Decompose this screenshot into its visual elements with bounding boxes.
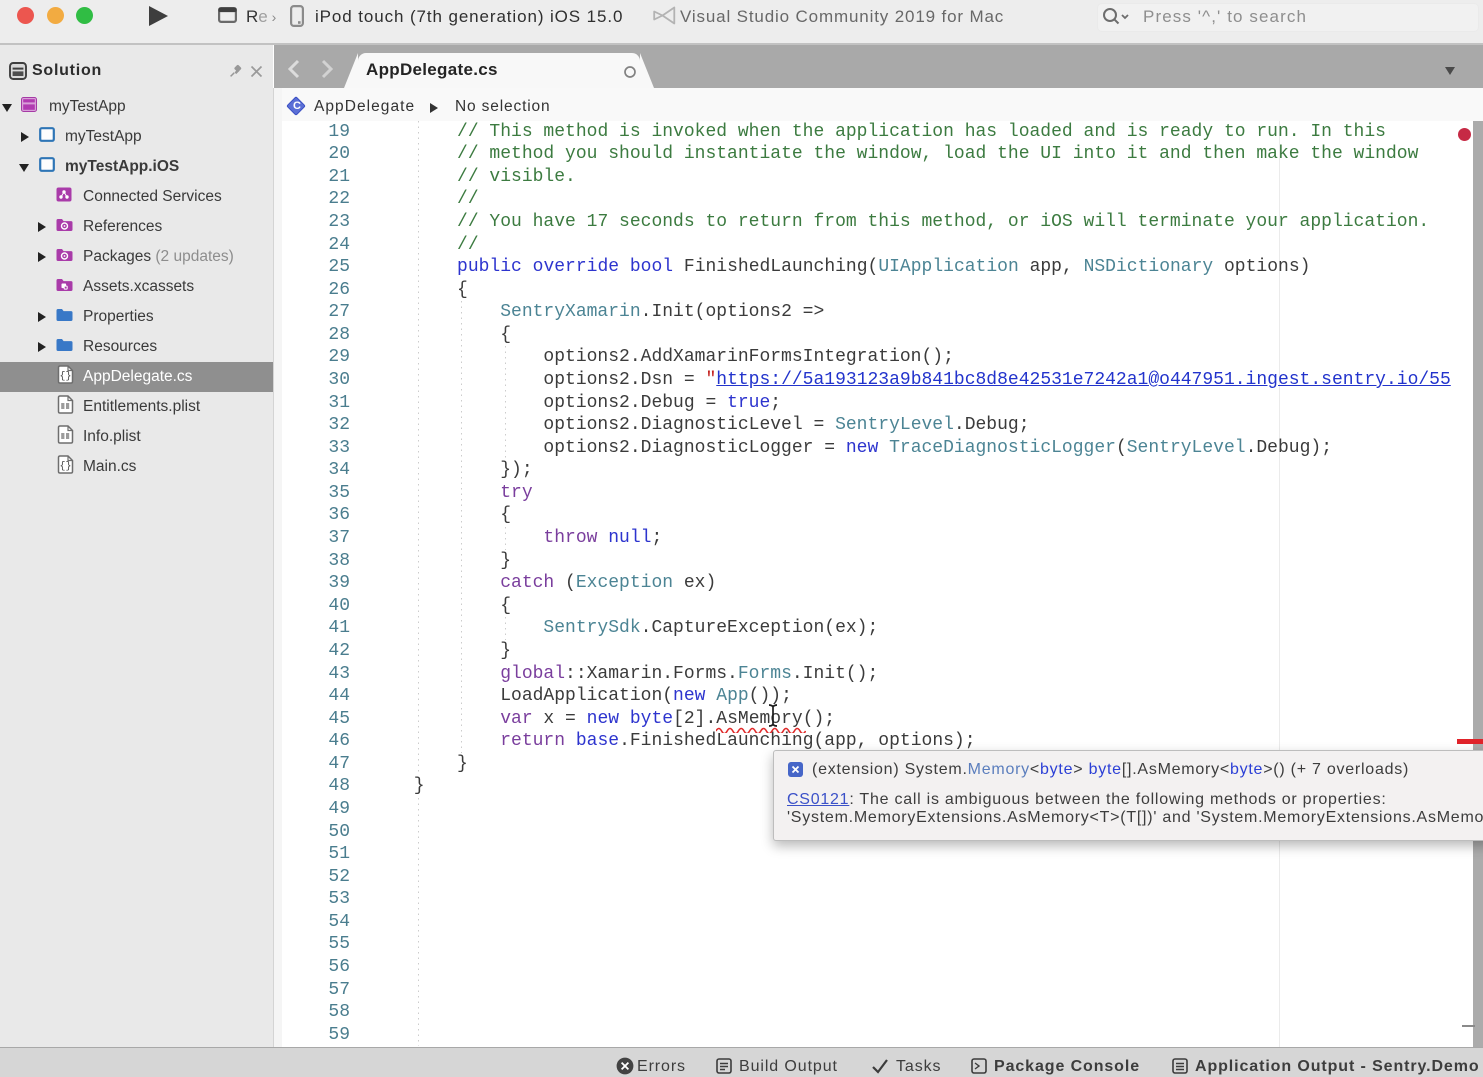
svg-text:{}: {}: [59, 371, 71, 383]
svg-text:{}: {}: [59, 461, 71, 473]
